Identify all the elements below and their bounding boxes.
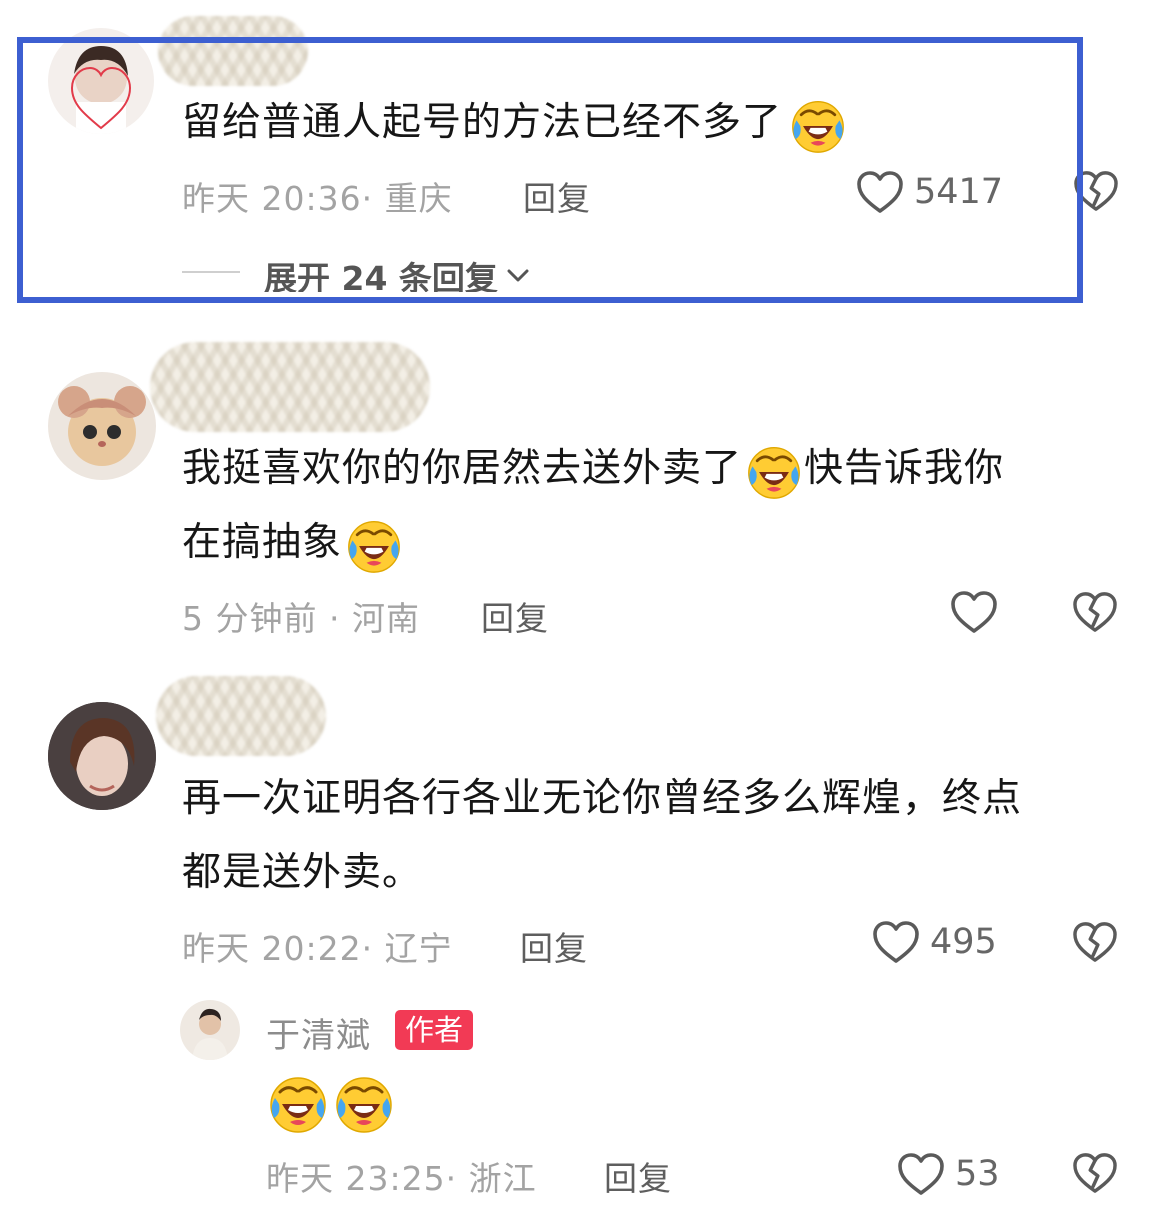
heart-outline-icon [950, 590, 998, 634]
crying-laughing-emoji-icon [334, 1074, 394, 1134]
crying-laughing-emoji-icon [346, 518, 400, 572]
reply-meta: 昨天 23:25· 浙江 [266, 1159, 537, 1198]
comment-text-line2: 都是送外卖。 [182, 850, 423, 895]
avatar[interactable] [180, 1000, 240, 1060]
reply-username[interactable]: 于清斌 [266, 1008, 371, 1057]
crying-laughing-emoji-icon [268, 1074, 328, 1134]
like-count: 53 [955, 1154, 1000, 1194]
like-button[interactable]: 495 [872, 916, 997, 968]
reply-button[interactable]: 回复 [604, 1152, 672, 1200]
crying-laughing-emoji-icon [746, 444, 800, 498]
broken-heart-icon [1072, 591, 1118, 633]
like-count: 495 [930, 922, 997, 962]
like-button[interactable]: 53 [897, 1148, 1000, 1200]
heart-outline-icon [872, 920, 920, 964]
comment-meta: 昨天 20:22· 辽宁 [182, 929, 453, 968]
blurred-username [156, 676, 326, 756]
dislike-button[interactable] [1072, 1152, 1118, 1194]
comment-meta: 5 分钟前 · 河南 [182, 599, 420, 638]
heart-outline-icon [897, 1152, 945, 1196]
dislike-button[interactable] [1072, 591, 1118, 633]
comment-text: 我挺喜欢你的你居然去送外卖了 快告诉我你 [182, 432, 1004, 506]
avatar[interactable] [48, 372, 156, 480]
reply-content [268, 1074, 394, 1134]
broken-heart-icon [1072, 1152, 1118, 1194]
highlight-box [17, 37, 1083, 303]
comment-text-line2: 在搞抽象 [182, 506, 400, 580]
broken-heart-icon [1072, 921, 1118, 963]
like-button[interactable] [950, 590, 998, 634]
avatar[interactable] [48, 702, 156, 810]
blurred-username [150, 342, 430, 432]
comment-text: 再一次证明各行各业无论你曾经多么辉煌，终点 [182, 776, 1023, 821]
reply-button[interactable]: 回复 [481, 592, 549, 640]
dislike-button[interactable] [1072, 921, 1118, 963]
reply-button[interactable]: 回复 [520, 922, 588, 970]
author-badge: 作者 [395, 1010, 474, 1050]
